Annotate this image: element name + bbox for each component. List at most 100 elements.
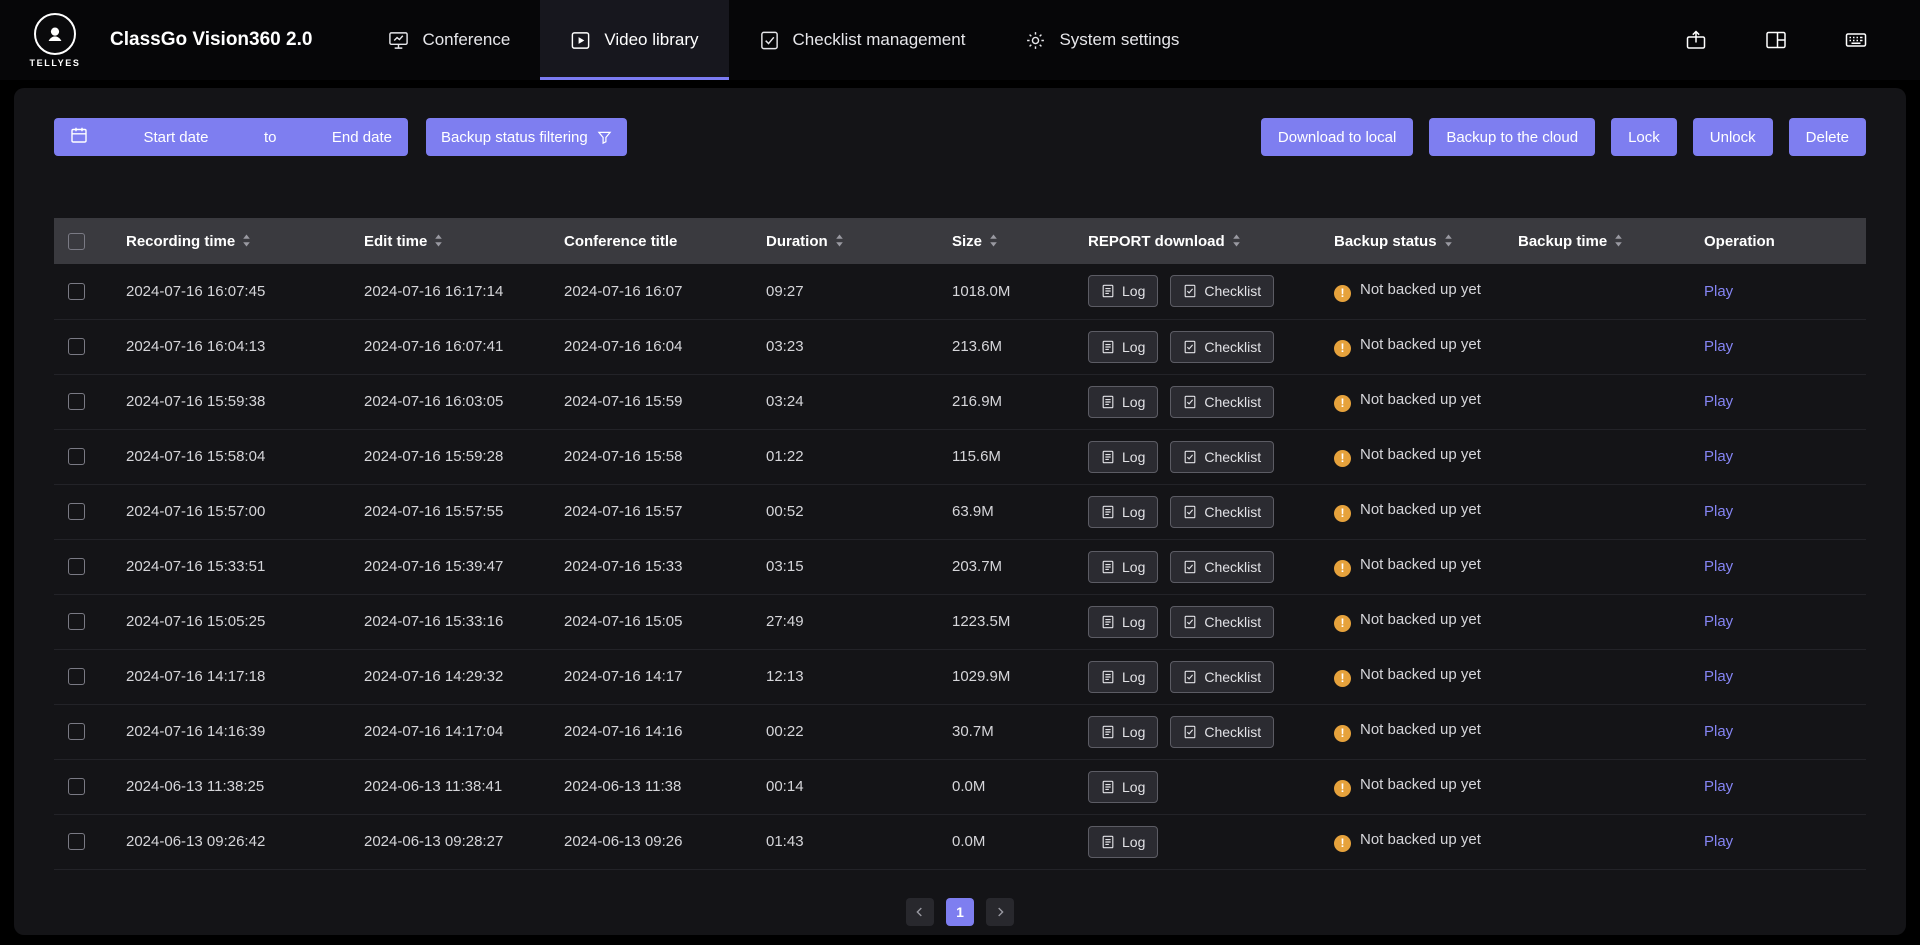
backup-time-cell bbox=[1510, 704, 1696, 759]
recording-time-cell: 2024-07-16 14:17:18 bbox=[118, 649, 356, 704]
operation-cell: Play bbox=[1696, 484, 1866, 539]
current-page[interactable]: 1 bbox=[946, 898, 974, 926]
row-checkbox[interactable] bbox=[68, 283, 85, 300]
conference-title-cell: 2024-06-13 09:26 bbox=[556, 814, 758, 869]
checklist-button[interactable]: Checklist bbox=[1170, 441, 1274, 473]
checklist-button[interactable]: Checklist bbox=[1170, 606, 1274, 638]
log-button[interactable]: Log bbox=[1088, 661, 1158, 693]
delete-button[interactable]: Delete bbox=[1789, 118, 1866, 156]
log-button[interactable]: Log bbox=[1088, 826, 1158, 858]
column-report-download[interactable]: REPORT download bbox=[1080, 218, 1326, 264]
date-range-picker[interactable]: Start date to End date bbox=[54, 118, 408, 156]
warning-icon: ! bbox=[1334, 670, 1351, 687]
conference-title-cell: 2024-06-13 11:38 bbox=[556, 759, 758, 814]
settings-icon bbox=[1025, 30, 1046, 51]
log-button[interactable]: Log bbox=[1088, 441, 1158, 473]
play-link[interactable]: Play bbox=[1704, 778, 1733, 795]
recording-time-cell: 2024-07-16 15:05:25 bbox=[118, 594, 356, 649]
play-link[interactable]: Play bbox=[1704, 668, 1733, 685]
play-link[interactable]: Play bbox=[1704, 723, 1733, 740]
column-duration[interactable]: Duration bbox=[758, 218, 944, 264]
play-link[interactable]: Play bbox=[1704, 503, 1733, 520]
tab-checklist-management[interactable]: Checklist management bbox=[729, 0, 996, 80]
next-page-button[interactable] bbox=[986, 898, 1014, 926]
calendar-icon bbox=[70, 126, 88, 148]
backup-status-cell: !Not backed up yet bbox=[1326, 539, 1510, 594]
log-button[interactable]: Log bbox=[1088, 551, 1158, 583]
play-link[interactable]: Play bbox=[1704, 613, 1733, 630]
lock-button[interactable]: Lock bbox=[1611, 118, 1677, 156]
play-link[interactable]: Play bbox=[1704, 558, 1733, 575]
row-checkbox[interactable] bbox=[68, 558, 85, 575]
tab-video-library[interactable]: Video library bbox=[540, 0, 728, 80]
log-button[interactable]: Log bbox=[1088, 716, 1158, 748]
checklist-button[interactable]: Checklist bbox=[1170, 551, 1274, 583]
column-size[interactable]: Size bbox=[944, 218, 1080, 264]
play-link[interactable]: Play bbox=[1704, 393, 1733, 410]
duration-cell: 03:23 bbox=[758, 319, 944, 374]
play-link[interactable]: Play bbox=[1704, 833, 1733, 850]
column-recording-time[interactable]: Recording time bbox=[118, 218, 356, 264]
checklist-button[interactable]: Checklist bbox=[1170, 716, 1274, 748]
toolbar-actions: Download to local Backup to the cloud Lock… bbox=[1261, 118, 1866, 156]
checklist-button[interactable]: Checklist bbox=[1170, 496, 1274, 528]
log-button[interactable]: Log bbox=[1088, 331, 1158, 363]
play-link[interactable]: Play bbox=[1704, 448, 1733, 465]
warning-icon: ! bbox=[1334, 725, 1351, 742]
row-checkbox[interactable] bbox=[68, 833, 85, 850]
start-date-field[interactable]: Start date bbox=[143, 129, 208, 146]
toolbar: Start date to End date Backup status fil… bbox=[14, 88, 1906, 156]
backup-time-cell bbox=[1510, 429, 1696, 484]
tab-system-settings[interactable]: System settings bbox=[995, 0, 1209, 80]
warning-icon: ! bbox=[1334, 395, 1351, 412]
size-cell: 0.0M bbox=[944, 814, 1080, 869]
row-checkbox[interactable] bbox=[68, 393, 85, 410]
operation-cell: Play bbox=[1696, 814, 1866, 869]
play-link[interactable]: Play bbox=[1704, 338, 1733, 355]
play-link[interactable]: Play bbox=[1704, 283, 1733, 300]
checklist-icon bbox=[759, 30, 780, 51]
backup-to-the-cloud-button[interactable]: Backup to the cloud bbox=[1429, 118, 1595, 156]
checklist-button[interactable]: Checklist bbox=[1170, 275, 1274, 307]
row-checkbox[interactable] bbox=[68, 668, 85, 685]
backup-status-filter-button[interactable]: Backup status filtering bbox=[426, 118, 627, 156]
select-all-checkbox[interactable] bbox=[68, 233, 85, 250]
row-checkbox[interactable] bbox=[68, 338, 85, 355]
button-label: Checklist bbox=[1204, 724, 1261, 740]
checklist-button[interactable]: Checklist bbox=[1170, 386, 1274, 418]
column-conference-title: Conference title bbox=[556, 218, 758, 264]
row-checkbox[interactable] bbox=[68, 778, 85, 795]
log-button[interactable]: Log bbox=[1088, 386, 1158, 418]
column-backup-status[interactable]: Backup status bbox=[1326, 218, 1510, 264]
filter-button-label: Backup status filtering bbox=[441, 129, 588, 146]
log-button[interactable]: Log bbox=[1088, 275, 1158, 307]
row-checkbox[interactable] bbox=[68, 448, 85, 465]
edit-time-cell: 2024-06-13 09:28:27 bbox=[356, 814, 556, 869]
log-button[interactable]: Log bbox=[1088, 606, 1158, 638]
checkbox-cell bbox=[54, 374, 118, 429]
video-export-button[interactable] bbox=[1678, 22, 1714, 58]
checklist-button[interactable]: Checklist bbox=[1170, 661, 1274, 693]
sort-icon bbox=[989, 234, 998, 247]
log-button[interactable]: Log bbox=[1088, 771, 1158, 803]
backup-status-cell: !Not backed up yet bbox=[1326, 704, 1510, 759]
log-button[interactable]: Log bbox=[1088, 496, 1158, 528]
row-checkbox[interactable] bbox=[68, 723, 85, 740]
split-layout-button[interactable] bbox=[1758, 22, 1794, 58]
column-edit-time[interactable]: Edit time bbox=[356, 218, 556, 264]
keyboard-button[interactable] bbox=[1838, 22, 1874, 58]
column-backup-time[interactable]: Backup time bbox=[1510, 218, 1696, 264]
end-date-field[interactable]: End date bbox=[332, 129, 392, 146]
button-label: Log bbox=[1122, 834, 1145, 850]
prev-page-button[interactable] bbox=[906, 898, 934, 926]
tab-conference[interactable]: Conference bbox=[358, 0, 540, 80]
duration-cell: 03:15 bbox=[758, 539, 944, 594]
row-checkbox[interactable] bbox=[68, 503, 85, 520]
row-checkbox[interactable] bbox=[68, 613, 85, 630]
download-to-local-button[interactable]: Download to local bbox=[1261, 118, 1413, 156]
conference-icon bbox=[388, 30, 409, 51]
edit-time-cell: 2024-07-16 15:59:28 bbox=[356, 429, 556, 484]
unlock-button[interactable]: Unlock bbox=[1693, 118, 1773, 156]
checklist-button[interactable]: Checklist bbox=[1170, 331, 1274, 363]
duration-cell: 01:43 bbox=[758, 814, 944, 869]
